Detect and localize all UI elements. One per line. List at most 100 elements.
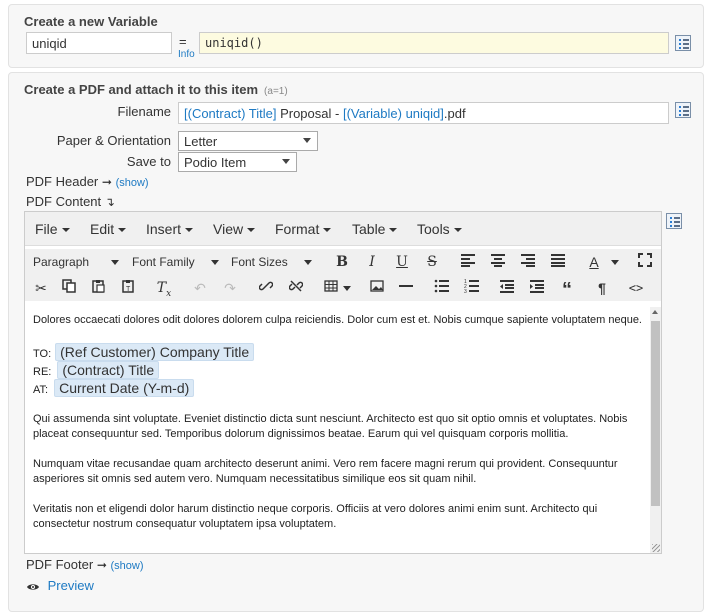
blockquote-icon[interactable]: “ <box>556 278 578 301</box>
at-merge-field[interactable]: Current Date (Y-m-d) <box>54 379 195 397</box>
field-picker-icon[interactable] <box>675 35 691 51</box>
font-size-label: Font Sizes <box>231 255 288 269</box>
variable-panel-title: Create a new Variable <box>24 14 158 29</box>
variable-expression-input[interactable]: uniqid() <box>199 32 669 54</box>
font-family-label: Font Family <box>132 255 195 269</box>
align-justify-icon[interactable] <box>547 252 569 272</box>
strikethrough-icon[interactable]: S <box>421 252 443 272</box>
saveto-select[interactable]: Podio Item <box>178 152 297 172</box>
menu-view-label: View <box>213 221 244 237</box>
menu-tools[interactable]: Tools <box>417 221 462 237</box>
editor-toolbar-1: Paragraph Font Family Font Sizes B I U S… <box>25 249 661 275</box>
content-field-picker-icon[interactable] <box>666 213 682 229</box>
bold-icon[interactable]: B <box>331 252 353 272</box>
at-line: AT: Current Date (Y-m-d) <box>33 379 642 397</box>
pilcrow-icon[interactable]: ¶ <box>591 278 613 298</box>
menu-edit[interactable]: Edit <box>90 221 127 237</box>
menu-insert[interactable]: Insert <box>146 221 194 237</box>
font-size-select[interactable]: Font Sizes <box>231 255 312 269</box>
filename-token-title: [(Contract) Title] <box>184 106 277 121</box>
fullscreen-icon[interactable] <box>634 252 656 272</box>
re-merge-field[interactable]: (Contract) Title <box>57 361 160 379</box>
paper-select-value: Letter <box>184 134 218 149</box>
table-icon[interactable] <box>321 278 343 298</box>
text-color-icon[interactable]: A <box>583 252 605 272</box>
pdf-panel-title-text: Create a PDF and attach it to this item <box>24 82 259 97</box>
pdf-header-row: PDF Header ➞ (show) <box>26 174 149 189</box>
menu-table[interactable]: Table <box>352 221 398 237</box>
italic-icon[interactable]: I <box>361 252 383 272</box>
header-show-link[interactable]: (show) <box>116 177 149 189</box>
menu-file[interactable]: File <box>35 221 70 237</box>
count-tag: (a=1) <box>264 86 288 97</box>
paste-text-icon[interactable]: T <box>117 278 139 298</box>
resize-handle-icon[interactable] <box>652 544 660 552</box>
image-icon[interactable] <box>366 278 388 298</box>
font-family-select[interactable]: Font Family <box>132 255 219 269</box>
align-left-icon[interactable] <box>457 252 479 272</box>
link-icon[interactable] <box>255 278 277 298</box>
variable-name-input[interactable]: uniqid <box>26 32 172 54</box>
menu-view[interactable]: View <box>213 221 256 237</box>
source-code-icon[interactable]: <> <box>625 278 647 298</box>
variable-panel: Create a new Variable uniqid = Info uniq… <box>8 4 704 68</box>
paragraph-2: Qui assumenda sint voluptate. Eveniet di… <box>33 413 628 440</box>
menu-table-label: Table <box>352 221 386 237</box>
menu-format[interactable]: Format <box>275 221 332 237</box>
saveto-label: Save to <box>126 154 171 169</box>
paragraph-intro: Dolores occaecati dolores odit dolores d… <box>33 314 642 326</box>
paragraph-3: Numquam vitae recusandae quam architecto… <box>33 458 618 485</box>
filename-ext: .pdf <box>443 106 466 121</box>
pdf-content-row: PDF Content ↴ <box>26 194 115 209</box>
chevron-down-icon <box>303 138 311 143</box>
outdent-icon[interactable] <box>496 278 518 298</box>
pdf-footer-label: PDF Footer <box>26 557 94 572</box>
menu-edit-label: Edit <box>90 221 115 237</box>
undo-icon[interactable]: ↶ <box>189 278 211 298</box>
scrollbar-thumb[interactable] <box>651 321 660 506</box>
info-link[interactable]: Info <box>178 49 195 60</box>
filename-field-picker-icon[interactable] <box>675 102 691 118</box>
to-merge-field[interactable]: (Ref Customer) Company Title <box>55 343 255 361</box>
re-label: RE: <box>33 366 52 378</box>
clear-formatting-icon[interactable]: Tx <box>153 278 175 299</box>
numbered-list-icon[interactable]: 123 <box>461 278 483 298</box>
copy-icon[interactable] <box>58 278 80 298</box>
paste-icon[interactable] <box>87 278 109 298</box>
editor-toolbar-2: ✂ T Tx ↶ ↷ 1 2 3 “ ¶ <> <box>25 275 661 301</box>
menu-file-label: File <box>35 221 58 237</box>
cut-icon[interactable]: ✂ <box>30 278 52 298</box>
indent-icon[interactable] <box>526 278 548 298</box>
to-label: TO: <box>33 348 52 360</box>
align-right-icon[interactable] <box>517 252 539 272</box>
equals-sign: = <box>179 34 187 49</box>
paper-select[interactable]: Letter <box>178 131 318 151</box>
align-center-icon[interactable] <box>487 252 509 272</box>
preview-label: Preview <box>47 578 94 593</box>
menu-tools-label: Tools <box>417 221 450 237</box>
table-chevron-icon[interactable] <box>343 286 351 291</box>
scroll-up-icon[interactable] <box>652 310 658 314</box>
unlink-icon[interactable] <box>285 278 307 298</box>
format-select[interactable]: Paragraph <box>33 255 120 269</box>
menu-format-label: Format <box>275 221 320 237</box>
text-color-chevron-icon[interactable] <box>611 260 619 265</box>
horizontal-rule-icon[interactable] <box>395 278 417 298</box>
eye-icon <box>27 583 39 590</box>
arrow-right-icon: ➞ <box>101 175 112 189</box>
chevron-down-icon <box>282 159 290 164</box>
underline-icon[interactable]: U <box>391 252 413 272</box>
saveto-select-value: Podio Item <box>184 155 247 170</box>
footer-show-link[interactable]: (show) <box>111 560 144 572</box>
redo-icon[interactable]: ↷ <box>219 278 241 298</box>
filename-input[interactable]: [(Contract) Title] Proposal - [(Variable… <box>178 102 669 124</box>
menu-insert-label: Insert <box>146 221 182 237</box>
pdf-header-label: PDF Header <box>26 174 99 189</box>
bullet-list-icon[interactable] <box>431 278 453 298</box>
preview-button[interactable]: Preview <box>26 578 94 593</box>
editor-scrollbar[interactable] <box>650 307 661 553</box>
editor-content[interactable]: Dolores occaecati dolores odit dolores d… <box>25 307 650 553</box>
format-select-label: Paragraph <box>33 255 90 269</box>
re-line: RE: (Contract) Title <box>33 361 642 379</box>
svg-text:T: T <box>126 286 131 293</box>
